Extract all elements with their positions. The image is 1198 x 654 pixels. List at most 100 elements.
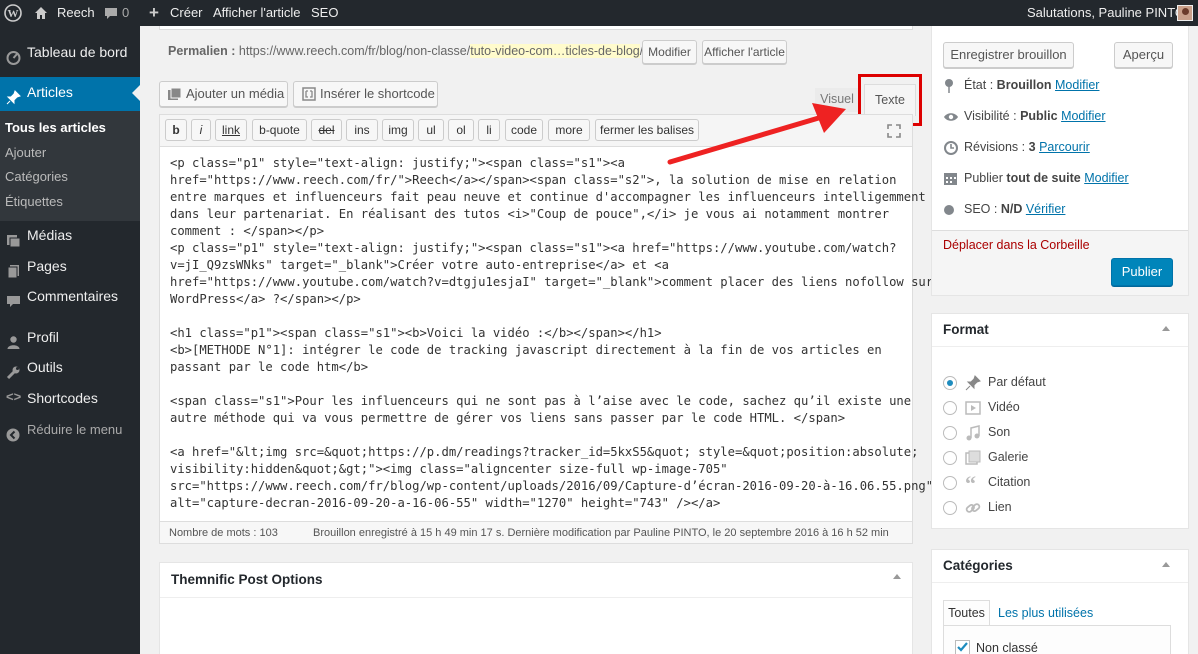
qt-bquote-button[interactable]: b-quote <box>252 119 307 141</box>
qt-del-button[interactable]: del <box>311 119 342 141</box>
menu-pages[interactable]: Pages <box>0 251 140 281</box>
radio[interactable] <box>943 451 957 465</box>
music-note-icon <box>966 425 980 441</box>
create-link[interactable]: Créer <box>170 0 203 26</box>
collapse-caret-icon[interactable] <box>1162 326 1170 331</box>
format-label: Lien <box>988 500 1012 514</box>
qt-img-button[interactable]: img <box>382 119 414 141</box>
modify-permalink-button[interactable]: Modifier <box>642 40 697 64</box>
menu-collapse[interactable]: Réduire le menu <box>0 415 140 445</box>
radio[interactable] <box>943 401 957 415</box>
comments-icon <box>6 289 20 307</box>
greeting-link[interactable]: Salutations, Pauline PINTO <box>1027 0 1185 26</box>
qt-i-button[interactable]: i <box>191 119 211 141</box>
menu-comments[interactable]: Commentaires <box>0 281 140 311</box>
permalink-slug[interactable]: tuto-video-com…ticles-de-blog <box>470 44 640 58</box>
permalink-row: Permalien : https://www.reech.com/fr/blo… <box>168 44 643 58</box>
qt-link-button[interactable]: link <box>215 119 247 141</box>
submenu-all-articles[interactable]: Tous les articles <box>5 120 106 135</box>
status-label: État : <box>964 78 994 92</box>
menu-dashboard[interactable]: Tableau de bord <box>0 37 140 67</box>
code-line: src="https://www.reech.com/fr/blog/wp-co… <box>170 479 934 493</box>
verify-seo-link[interactable]: Vérifier <box>1026 202 1066 216</box>
gallery-icon <box>965 450 981 465</box>
word-count: Nombre de mots : 103 <box>169 527 278 539</box>
qt-ins-button[interactable]: ins <box>346 119 378 141</box>
edit-date-link[interactable]: Modifier <box>1084 171 1128 185</box>
menu-media[interactable]: Médias <box>0 220 140 250</box>
admin-menu: Tableau de bord Articles Tous les articl… <box>0 26 140 654</box>
edit-visibility-link[interactable]: Modifier <box>1061 109 1105 123</box>
code-line: WordPress</a> ?</span></p> <box>170 292 361 306</box>
plus-icon[interactable]: + <box>149 0 159 26</box>
browse-revisions-link[interactable]: Parcourir <box>1039 140 1090 154</box>
code-line: <span class="s1">Pour les influenceurs q… <box>170 394 912 408</box>
wordpress-logo-icon[interactable]: W <box>4 0 22 26</box>
qt-more-button[interactable]: more <box>548 119 590 141</box>
code-line: <a href="&lt;img src=&quot;https://p.dm/… <box>170 445 919 459</box>
preview-button[interactable]: Aperçu <box>1114 42 1173 68</box>
code-line: passant par le code htm</b> <box>170 360 369 374</box>
view-post-link[interactable]: Afficher l'article <box>213 0 301 26</box>
menu-shortcodes[interactable]: <> Shortcodes <box>0 383 140 413</box>
submenu-categories[interactable]: Catégories <box>5 169 68 184</box>
radio[interactable] <box>943 476 957 490</box>
category-label: Non classé <box>976 641 1038 654</box>
menu-label: Pages <box>27 258 67 274</box>
publish-button[interactable]: Publier <box>1111 258 1173 286</box>
menu-articles[interactable]: Articles <box>0 77 140 111</box>
autosave-status: Brouillon enregistré à 15 h 49 min 17 s.… <box>313 527 889 539</box>
tab-most-used[interactable]: Les plus utilisées <box>998 606 1093 620</box>
avatar[interactable] <box>1177 0 1193 26</box>
code-line: alt="capture-decran-2016-09-20-a-16-06-5… <box>170 496 721 510</box>
qt-b-button[interactable]: b <box>165 119 187 141</box>
qt-code-button[interactable]: code <box>505 119 543 141</box>
categories-title: Catégories <box>943 558 1013 573</box>
menu-tools[interactable]: Outils <box>0 352 140 382</box>
qt-ol-button[interactable]: ol <box>448 119 474 141</box>
seo-link[interactable]: SEO <box>311 0 338 26</box>
history-icon <box>944 141 958 155</box>
pushpin-icon <box>965 375 981 391</box>
radio-checked[interactable] <box>943 376 957 390</box>
submenu-add[interactable]: Ajouter <box>5 145 46 160</box>
trash-link[interactable]: Déplacer dans la Corbeille <box>943 238 1090 252</box>
qt-ul-button[interactable]: ul <box>418 119 444 141</box>
qt-li-button[interactable]: li <box>478 119 500 141</box>
wrench-icon <box>6 360 20 380</box>
user-icon <box>6 330 20 349</box>
save-draft-button[interactable]: Enregistrer brouillon <box>943 42 1074 68</box>
tab-all-categories[interactable]: Toutes <box>943 600 990 626</box>
publish-label: Publier <box>964 171 1003 185</box>
menu-label: Tableau de bord <box>27 44 128 60</box>
code-line: comment : </span></p> <box>170 224 325 238</box>
radio[interactable] <box>943 501 957 515</box>
format-title: Format <box>943 322 989 337</box>
code-line: entre marques et influenceurs fait peau … <box>170 190 926 204</box>
collapse-caret-icon[interactable] <box>893 574 901 579</box>
menu-label: Profil <box>27 329 59 345</box>
collapse-caret-icon[interactable] <box>1162 562 1170 567</box>
menu-profile[interactable]: Profil <box>0 322 140 352</box>
pushpin-icon <box>6 85 21 105</box>
site-name-link[interactable]: Reech <box>57 0 95 26</box>
revisions-value: 3 <box>1028 140 1036 154</box>
category-checkbox[interactable] <box>955 640 970 654</box>
edit-status-link[interactable]: Modifier <box>1055 78 1099 92</box>
code-brackets-icon: <> <box>6 389 22 404</box>
home-icon[interactable] <box>34 0 50 26</box>
comment-count[interactable]: 0 <box>122 0 129 26</box>
add-media-button[interactable]: Ajouter un média <box>159 81 288 107</box>
fullscreen-icon[interactable] <box>887 124 901 138</box>
insert-shortcode-button[interactable]: Insérer le shortcode <box>293 81 438 107</box>
pages-icon <box>6 259 20 279</box>
radio[interactable] <box>943 426 957 440</box>
seo-value: N/D <box>1000 202 1023 216</box>
content-textarea[interactable]: <p class="p1" style="text-align: justify… <box>159 146 934 522</box>
submenu-tags[interactable]: Étiquettes <box>5 194 63 209</box>
view-article-button[interactable]: Afficher l'article <box>702 40 787 64</box>
menu-label: Outils <box>27 359 63 375</box>
video-icon <box>965 401 981 415</box>
comment-bubble-icon[interactable] <box>104 0 118 26</box>
